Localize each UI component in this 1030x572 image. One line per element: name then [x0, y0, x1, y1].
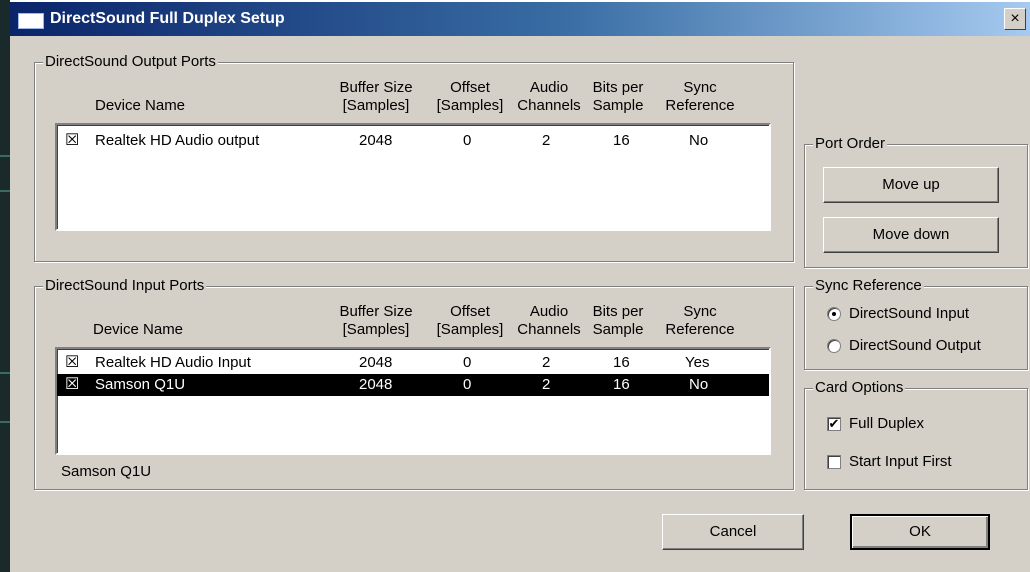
input-ports-group: DirectSound Input Ports Device Name Buff…	[34, 277, 794, 490]
port-checkbox[interactable]: ☒	[65, 374, 79, 396]
radio-label: DirectSound Output	[849, 337, 981, 354]
offset-value: 0	[463, 354, 472, 371]
radio-button-icon[interactable]	[827, 307, 841, 322]
list-item[interactable]: ☒ Realtek HD Audio output 2048 0 2 16 No	[57, 130, 769, 152]
move-down-button[interactable]: Move down	[823, 217, 999, 253]
device-name: Realtek HD Audio Input	[95, 354, 251, 371]
col-offset: Offset [Samples]	[436, 303, 504, 338]
window-icon	[18, 13, 44, 29]
ok-button[interactable]: OK	[850, 514, 990, 550]
bits-value: 16	[613, 354, 630, 371]
checkbox-label: Start Input First	[849, 453, 952, 470]
channels-value: 2	[542, 132, 551, 149]
title-bar[interactable]: DirectSound Full Duplex Setup ×	[10, 2, 1030, 36]
close-button[interactable]: ×	[1004, 8, 1026, 30]
radio-directsound-input[interactable]: DirectSound Input	[827, 305, 969, 322]
offset-value: 0	[463, 376, 472, 393]
radio-directsound-output[interactable]: DirectSound Output	[827, 337, 981, 354]
radio-button-icon[interactable]	[827, 339, 841, 354]
buffer-size-value: 2048	[359, 354, 393, 371]
input-ports-legend: DirectSound Input Ports	[43, 277, 207, 294]
card-options-legend: Card Options	[813, 379, 906, 396]
col-device-name: Device Name	[93, 321, 184, 338]
col-bits-per-sample: Bits per Sample	[592, 303, 644, 338]
channels-value: 2	[542, 376, 551, 393]
channels-value: 2	[542, 354, 551, 371]
sync-value: No	[689, 376, 709, 393]
col-sync-reference: Sync Reference	[665, 303, 735, 338]
background-desktop-strip	[0, 0, 10, 572]
list-item[interactable]: ☒ Realtek HD Audio Input 2048 0 2 16 Yes	[57, 352, 769, 374]
cancel-button[interactable]: Cancel	[662, 514, 804, 550]
checkbox-label: Full Duplex	[849, 415, 925, 432]
card-options-group: Card Options ✔ Full Duplex Start Input Fi…	[804, 379, 1028, 490]
col-buffer-size: Buffer Size [Samples]	[339, 303, 413, 338]
bits-value: 16	[613, 376, 630, 393]
sync-reference-legend: Sync Reference	[813, 277, 924, 294]
offset-value: 0	[463, 132, 472, 149]
device-name: Realtek HD Audio output	[95, 132, 260, 149]
buffer-size-value: 2048	[359, 132, 393, 149]
device-name: Samson Q1U	[95, 376, 186, 393]
input-ports-list[interactable]: ☒ Realtek HD Audio Input 2048 0 2 16 Yes…	[55, 347, 771, 455]
output-ports-legend: DirectSound Output Ports	[43, 53, 218, 70]
col-audio-channels: Audio Channels	[517, 303, 581, 338]
sync-value: No	[689, 132, 709, 149]
move-up-button[interactable]: Move up	[823, 167, 999, 203]
output-ports-list[interactable]: ☒ Realtek HD Audio output 2048 0 2 16 No	[55, 123, 771, 231]
window-title: DirectSound Full Duplex Setup	[50, 10, 285, 27]
check-icon[interactable]	[827, 455, 841, 470]
sync-value: Yes	[685, 354, 710, 371]
col-device-name: Device Name	[95, 97, 186, 114]
full-duplex-checkbox[interactable]: ✔ Full Duplex	[827, 415, 924, 432]
port-checkbox[interactable]: ☒	[65, 130, 79, 152]
col-offset: Offset [Samples]	[436, 79, 504, 114]
output-ports-group: DirectSound Output Ports Device Name Buf…	[34, 53, 794, 262]
col-sync-reference: Sync Reference	[665, 79, 735, 114]
col-bits-per-sample: Bits per Sample	[592, 79, 644, 114]
col-audio-channels: Audio Channels	[517, 79, 581, 114]
port-checkbox[interactable]: ☒	[65, 352, 79, 374]
radio-label: DirectSound Input	[849, 305, 970, 322]
buffer-size-value: 2048	[359, 376, 393, 393]
sync-reference-group: Sync Reference DirectSound Input DirectS…	[804, 277, 1028, 370]
selected-device-status: Samson Q1U	[61, 463, 152, 480]
dialog-window: DirectSound Full Duplex Setup × DirectSo…	[10, 2, 1030, 572]
port-order-group: Port Order Move up Move down	[804, 135, 1028, 268]
check-icon[interactable]: ✔	[827, 417, 841, 432]
bits-value: 16	[613, 132, 630, 149]
start-input-first-checkbox[interactable]: Start Input First	[827, 453, 952, 470]
port-order-legend: Port Order	[813, 135, 888, 152]
list-item[interactable]: ☒ Samson Q1U 2048 0 2 16 No	[57, 374, 769, 396]
col-buffer-size: Buffer Size [Samples]	[339, 79, 413, 114]
